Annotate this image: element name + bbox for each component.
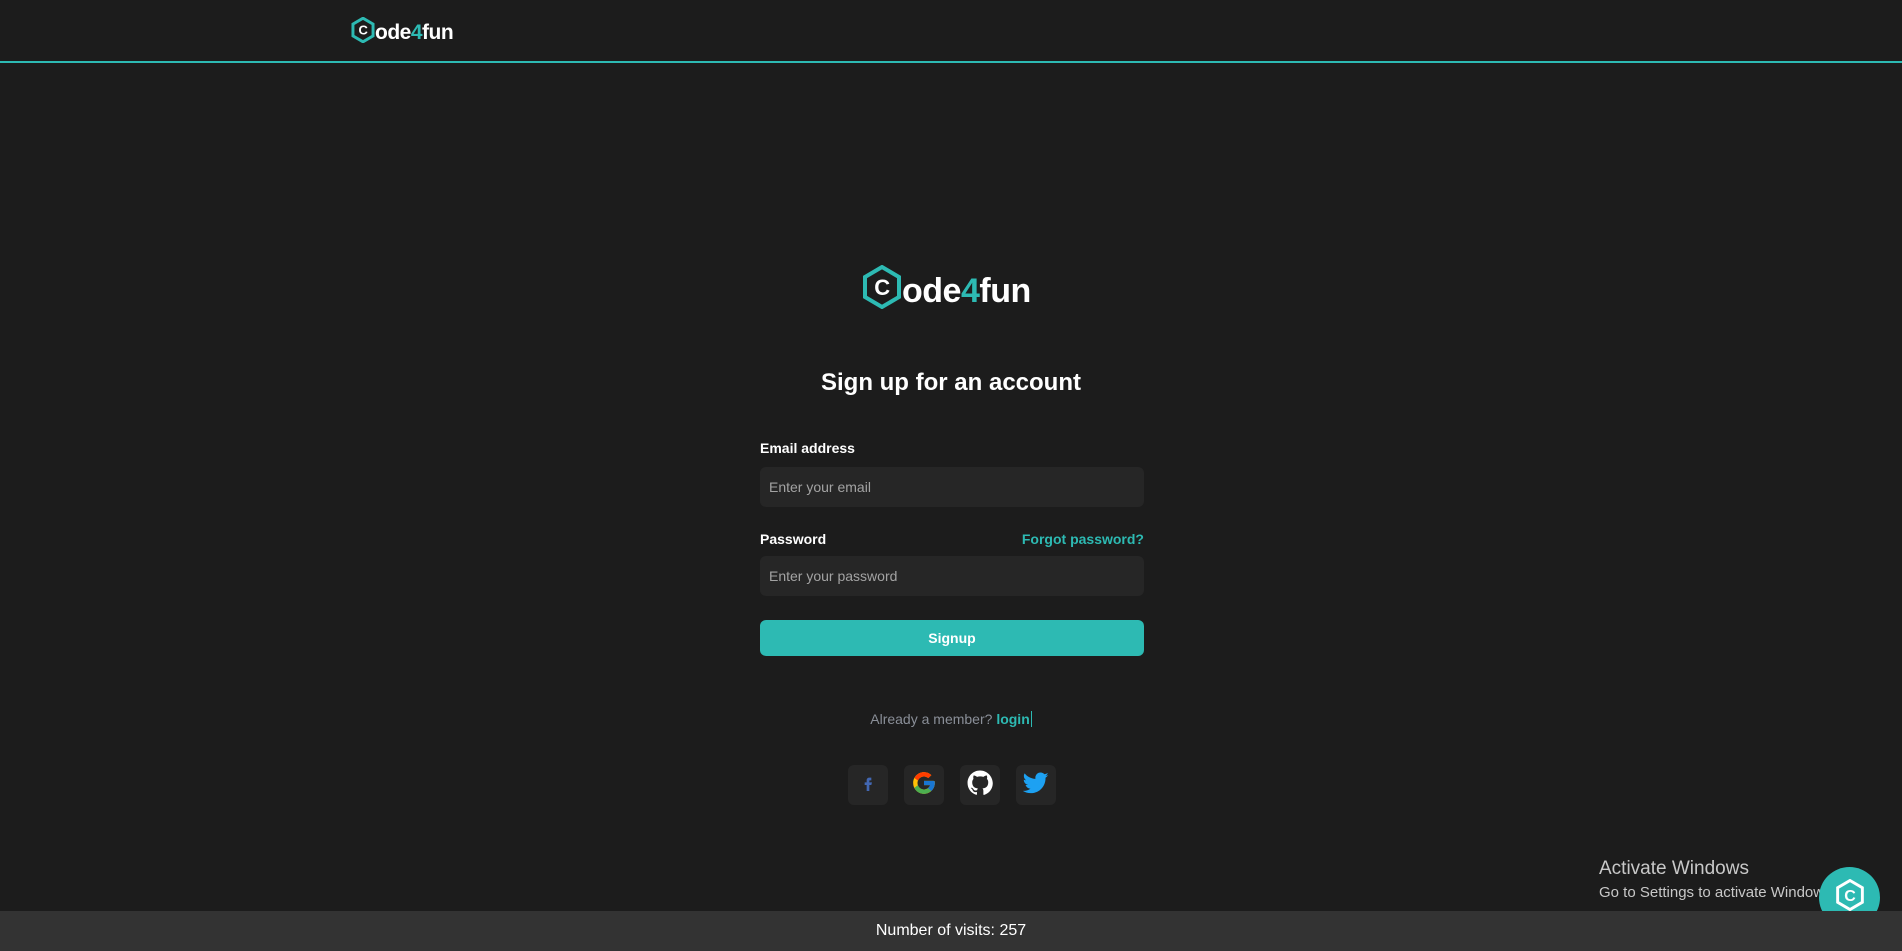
brand-name-prefix: ode	[902, 272, 961, 310]
password-label-row: Password Forgot password?	[760, 531, 1144, 547]
watermark-subtitle: Go to Settings to activate Windows.	[1599, 884, 1836, 901]
google-login-button[interactable]	[904, 765, 944, 805]
svg-text:C: C	[358, 23, 368, 38]
brand-name-suffix: fun	[979, 272, 1031, 310]
google-icon	[911, 770, 937, 801]
twitter-icon	[1022, 770, 1049, 801]
svg-text:C: C	[874, 275, 890, 300]
signup-form: Email address Password Forgot password? …	[760, 440, 1144, 656]
github-icon	[967, 770, 993, 801]
brand-name-four: 4	[410, 21, 423, 44]
social-login-row	[848, 765, 1056, 805]
watermark-title: Activate Windows	[1599, 858, 1749, 879]
top-navbar: C ode 4 fun	[0, 0, 1902, 63]
email-label: Email address	[760, 440, 855, 456]
already-member-text: Already a member?	[870, 711, 993, 727]
facebook-icon	[860, 775, 876, 796]
login-link[interactable]: login	[996, 711, 1032, 727]
hexagon-c-icon: C	[351, 16, 375, 49]
activate-windows-watermark: Activate Windows Go to Settings to activ…	[1599, 858, 1836, 901]
footer-bar: Number of visits: 257	[0, 911, 1902, 951]
page-title: Sign up for an account	[820, 369, 1081, 396]
brand-name-suffix: fun	[422, 21, 454, 44]
brand-name-prefix: ode	[375, 21, 411, 44]
password-label: Password	[760, 531, 827, 547]
brand-name-four: 4	[960, 272, 980, 310]
visit-counter: Number of visits: 257	[875, 922, 1027, 939]
password-input[interactable]	[760, 556, 1144, 596]
signup-button[interactable]: Signup	[760, 620, 1144, 656]
already-member-row: Already a member? login	[0, 711, 1902, 727]
twitter-login-button[interactable]	[1016, 765, 1056, 805]
svg-text:C: C	[1844, 888, 1856, 905]
brand-logo[interactable]: C ode 4 fun	[351, 16, 454, 49]
github-login-button[interactable]	[960, 765, 1000, 805]
forgot-password-link[interactable]: Forgot password?	[1022, 531, 1144, 547]
facebook-login-button[interactable]	[848, 765, 888, 805]
hexagon-c-icon: C	[862, 264, 902, 318]
email-input[interactable]	[760, 467, 1144, 507]
main-logo: C ode 4 fun	[862, 264, 1031, 318]
